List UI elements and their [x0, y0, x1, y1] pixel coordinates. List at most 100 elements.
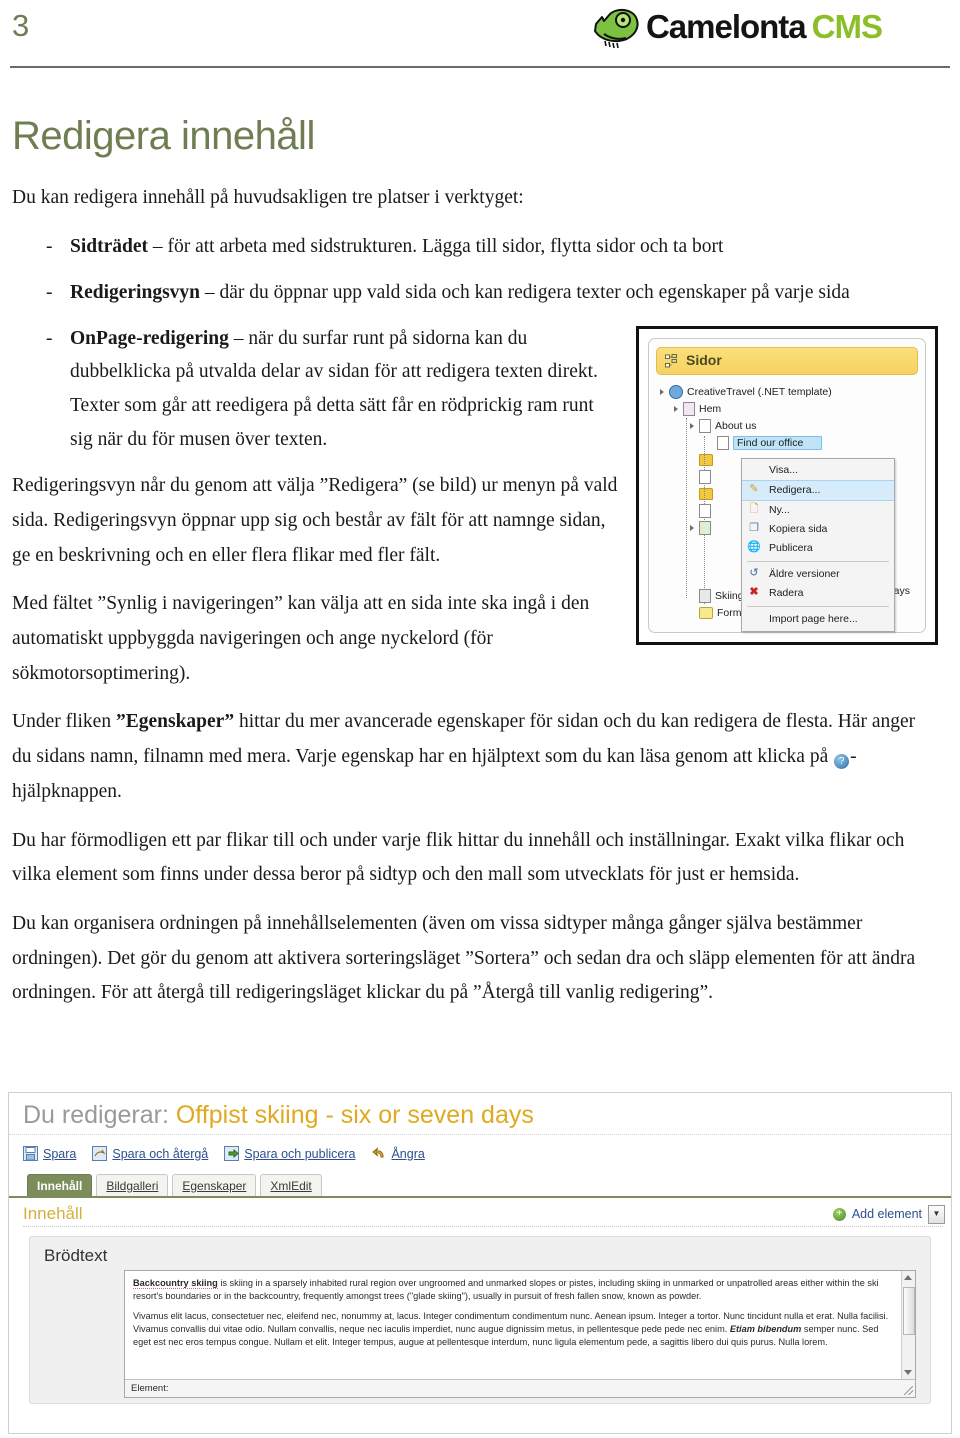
content-element-panel: Brödtext Backcountry skiing is skiing in…: [29, 1236, 931, 1404]
brodtext-textarea[interactable]: Backcountry skiing is skiing in a sparse…: [124, 1270, 916, 1398]
tree-node-hem[interactable]: Hem: [656, 401, 918, 418]
tree-node-label: Hem: [699, 402, 722, 415]
tree-node-creativetravel[interactable]: CreativeTravel (.NET template): [656, 384, 918, 401]
logo-wordmark: Camelonta CMS: [646, 10, 883, 43]
copy-icon: ❐: [749, 522, 759, 535]
textarea-paragraph-1: Backcountry skiing is skiing in a sparse…: [133, 1277, 893, 1303]
expand-arrow-icon: [690, 457, 694, 463]
context-menu-label: Publicera: [769, 541, 813, 554]
textarea-bold-italic: Etiam bibendum: [729, 1324, 802, 1335]
properties-term: ”Egenskaper”: [115, 711, 235, 733]
tab-egenskaper[interactable]: Egenskaper: [172, 1173, 257, 1196]
context-menu-separator: [747, 560, 889, 562]
form-icon: [699, 607, 713, 620]
expand-arrow-icon[interactable]: [674, 406, 678, 413]
tree-node-label: Find our office: [733, 435, 823, 451]
paragraph-properties: Under fliken ”Egenskaper” hittar du mer …: [12, 705, 938, 809]
plus-circle-icon: +: [832, 1207, 846, 1221]
context-menu-label: Radera: [769, 586, 804, 599]
section-divider: [23, 1226, 943, 1227]
properties-text-1: Under fliken: [12, 711, 116, 733]
expand-arrow-icon: [690, 593, 694, 599]
context-menu-item-visa[interactable]: Visa...: [742, 461, 894, 480]
add-element-button[interactable]: + Add element: [832, 1207, 922, 1221]
list-item-term: Redigeringsvyn: [70, 281, 201, 303]
list-bullet-dash: -: [46, 235, 53, 257]
save-publish-icon: [224, 1146, 240, 1161]
editor-tabs: Innehåll Bildgalleri Egenskaper XmlEdit: [9, 1171, 951, 1198]
expand-arrow-icon: [690, 610, 694, 616]
element-label: Brödtext: [44, 1246, 108, 1265]
context-menu-item-publicera[interactable]: 🌐 Publicera: [742, 539, 894, 558]
editor-page-name: Offpist skiing - six or seven days: [175, 1101, 534, 1129]
list-item-text: – där du öppnar upp vald sida och kan re…: [200, 281, 850, 303]
tab-xmledit[interactable]: XmlEdit: [260, 1173, 322, 1196]
context-menu-item-radera[interactable]: ✖ Radera: [742, 584, 894, 603]
page-icon: [683, 402, 695, 417]
tree-node-find-our-office[interactable]: Find our office: [656, 435, 918, 452]
scrollbar-thumb[interactable]: [903, 1287, 915, 1335]
sidor-panel: Sidor CreativeTravel (.NET template) Hem…: [648, 337, 926, 633]
undo-label: Ångra: [391, 1146, 425, 1161]
expand-arrow-icon: [708, 440, 712, 446]
page-icon: [699, 589, 711, 604]
context-menu-item-ny[interactable]: 🗋 Ny...: [742, 501, 894, 520]
expand-arrow-icon: [690, 508, 694, 514]
element-status-label: Element:: [131, 1383, 169, 1394]
expand-arrow-icon[interactable]: [690, 525, 694, 532]
save-and-publish-button[interactable]: Spara och publicera: [224, 1146, 355, 1161]
paragraph-sorting: Du kan organisera ordningen på innehålls…: [12, 912, 916, 1004]
context-menu-separator: [747, 605, 889, 607]
folder-icon: [699, 488, 713, 501]
textarea-text-1: is skiing in a sparsely inhabited rural …: [133, 1278, 879, 1302]
list-item: - Sidträdet – för att arbeta med sidstruk…: [10, 230, 938, 264]
resize-grip-icon[interactable]: [904, 1386, 913, 1395]
chameleon-logo-icon: [593, 8, 639, 48]
intro-paragraph: Du kan redigera innehåll på huvudsaklige…: [12, 187, 524, 208]
tab-innehall[interactable]: Innehåll: [27, 1173, 93, 1196]
page-icon: [699, 504, 711, 519]
context-menu-item-aldre-versioner[interactable]: ↺ Äldre versioner: [742, 565, 894, 584]
pencil-icon: ✎: [749, 483, 759, 496]
list-item-term: Sidträdet: [70, 235, 148, 257]
context-menu-item-redigera[interactable]: ✎ Redigera...: [742, 479, 894, 501]
sidor-panel-title: Sidor: [686, 352, 722, 369]
camelonta-logo: Camelonta CMS: [592, 4, 883, 48]
add-element-label: Add element: [851, 1207, 922, 1221]
textarea-paragraph-2: Vivamus elit lacus, consectetuer nec, el…: [133, 1310, 893, 1349]
undo-button[interactable]: Ångra: [371, 1146, 425, 1161]
scroll-down-arrow-icon[interactable]: [904, 1370, 912, 1375]
tab-bildgalleri[interactable]: Bildgalleri: [96, 1173, 169, 1196]
page-tree: CreativeTravel (.NET template) Hem About…: [656, 384, 918, 632]
save-and-return-button[interactable]: Spara och återgå: [92, 1146, 208, 1161]
context-menu-item-import-page[interactable]: Import page here...: [742, 610, 894, 629]
element-status-bar: Element:: [125, 1379, 915, 1397]
tree-node-about-us[interactable]: About us: [656, 418, 918, 435]
expand-arrow-icon[interactable]: [690, 423, 694, 430]
tree-guide-line: [704, 435, 706, 604]
folder-icon: [699, 454, 713, 467]
textarea-content[interactable]: Backcountry skiing is skiing in a sparse…: [125, 1271, 915, 1373]
context-menu-label: Kopiera sida: [769, 522, 828, 535]
new-page-icon: 🗋: [749, 503, 759, 516]
textarea-scrollbar[interactable]: [901, 1271, 915, 1379]
tree-node-label: CreativeTravel (.NET template): [687, 385, 832, 398]
occluded-text: ays: [893, 584, 910, 597]
expand-arrow-icon[interactable]: [660, 389, 664, 396]
editor-title-prefix: Du redigerar:: [23, 1101, 169, 1129]
expand-arrow-icon: [690, 474, 694, 480]
list-bullet-dash: -: [46, 327, 53, 349]
expand-arrow-icon: [690, 491, 694, 497]
sidor-tree-screenshot: Sidor CreativeTravel (.NET template) Hem…: [636, 325, 938, 645]
scroll-up-arrow-icon[interactable]: [904, 1275, 912, 1280]
add-element-dropdown-button[interactable]: ▼: [928, 1204, 945, 1224]
context-menu-item-kopiera-sida[interactable]: ❐ Kopiera sida: [742, 520, 894, 539]
list-bullet-dash: -: [46, 281, 53, 303]
page-context-menu[interactable]: Visa... ✎ Redigera... 🗋 Ny... ❐ Kopiera …: [741, 457, 895, 632]
sidor-panel-header: Sidor: [656, 346, 918, 375]
help-question-icon: ?: [834, 754, 850, 770]
publish-globe-icon: 🌐: [747, 541, 761, 554]
editor-screenshot: Du redigerar: Offpist skiing - six or se…: [8, 1092, 952, 1434]
save-button[interactable]: Spara: [23, 1146, 76, 1161]
save-disk-icon: [23, 1146, 38, 1161]
